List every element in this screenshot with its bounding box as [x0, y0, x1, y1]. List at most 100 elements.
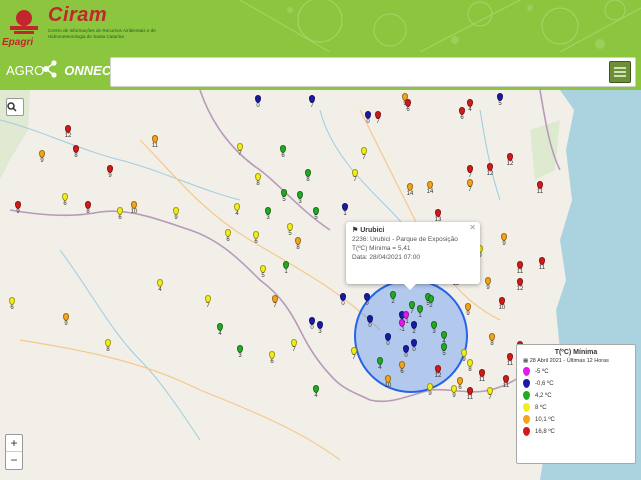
station-pin-label: 7 [352, 355, 356, 361]
popup-station: 2236: Urubici - Parque de Exposição [352, 236, 458, 243]
search-input[interactable] [110, 57, 636, 87]
popup-tip [404, 284, 416, 290]
station-pin-label: 6 [118, 215, 122, 221]
station-pin-label: 0 [256, 103, 260, 109]
station-pin-label: 9 [108, 173, 112, 179]
station-pin-label: 11 [538, 265, 546, 271]
map-canvas[interactable]: 0079476561211987712968871498665355143712… [0, 90, 641, 480]
legend-title: T(ºC) Mínima [554, 349, 598, 356]
station-pin-label: 11 [466, 395, 474, 401]
station-pin-label: 3 [266, 215, 270, 221]
station-pin-label: 9 [428, 391, 432, 397]
search-icon [7, 102, 17, 112]
station-pin-label: 12 [434, 373, 442, 379]
station-pin-label: 7 [310, 103, 314, 109]
station-pin-label: 9 [452, 393, 456, 399]
station-pin-label: 1 [284, 269, 288, 275]
station-pin-label: 11 [506, 361, 514, 367]
popup-station-city: Urubici [360, 227, 385, 234]
station-pin-label: -1 [403, 319, 409, 325]
station-pin-label: 2 [412, 329, 416, 335]
station-pin-label: 7 [238, 151, 242, 157]
agro-text: AGRO [6, 63, 45, 78]
station-pin-label: 12 [486, 171, 494, 177]
station-pin-label: 11 [502, 383, 510, 389]
app-root: Epagri Ciram Centro de Informações de Re… [0, 0, 641, 480]
station-pin-label: 3 [298, 199, 302, 205]
station-pin-label: 0 [386, 341, 390, 347]
zoom-control: + − [5, 434, 23, 470]
station-pin-label: 1 [343, 211, 347, 217]
station-pin-label: 8 [256, 181, 260, 187]
station-pin-label: 8 [296, 245, 300, 251]
station-pin-label: 6 [254, 239, 258, 245]
epagri-label: Epagri [2, 37, 34, 48]
legend-item-label: -5 ºC [535, 369, 549, 376]
legend-pin-icon [523, 403, 530, 412]
station-pin-label: 6 [226, 237, 230, 243]
agroconnect-bar: AGRO ONNECT [0, 52, 641, 90]
station-pin-label: 12 [506, 161, 514, 167]
zoom-in-button[interactable]: + [6, 435, 22, 452]
station-pin-label: 12 [516, 286, 524, 292]
station-pin-label: 0 [404, 353, 408, 359]
station-pin-label: 7 [362, 155, 366, 161]
station-pin-label: 6 [270, 359, 274, 365]
station-pin-label: 14 [426, 189, 434, 195]
station-pin-label: 10 [498, 305, 506, 311]
agroconnect-logo[interactable]: AGRO ONNECT [6, 63, 119, 78]
station-pin-label: 7 [353, 177, 357, 183]
station-pin-label: 7 [488, 395, 492, 401]
station-pin-label: 4 [235, 211, 239, 217]
menu-bar-icon [614, 67, 626, 69]
station-pin-label: 8 [106, 347, 110, 353]
menu-button[interactable] [609, 61, 631, 83]
map-search-button[interactable] [6, 98, 24, 116]
station-pin-label: -1 [399, 327, 405, 333]
station-pin-label: 11 [478, 377, 486, 383]
legend-item-label: 8 ºC [535, 405, 547, 412]
popup-close-button[interactable]: ✕ [469, 223, 476, 232]
station-pin-label: 2 [429, 303, 433, 309]
station-pin-label: 7 [468, 187, 472, 193]
menu-bar-icon [614, 75, 626, 77]
station-pin-label: 8 [490, 341, 494, 347]
station-pin-label: 5 [442, 351, 446, 357]
map-legend: T(ºC) Mínima ▦ 28 Abril 2021 - Últimas 1… [516, 344, 636, 464]
legend-item: 16,8 ºC [523, 427, 629, 439]
station-pin-label: 4 [468, 107, 472, 113]
legend-item-label: 10,1 ºC [535, 417, 555, 424]
station-pin-label: 6 [460, 115, 464, 121]
station-pin-label: 0 [368, 323, 372, 329]
ciram-subtitle: Centro de Informações de Recursos Ambien… [48, 28, 156, 39]
legend-date: ▦ 28 Abril 2021 - Últimas 12 Horas [523, 358, 629, 364]
station-pin-label: 7 [273, 303, 277, 309]
legend-pin-icon [523, 427, 530, 436]
station-pin-label: 7 [206, 303, 210, 309]
legend-date-text: 28 Abril 2021 - Últimas 12 Horas [529, 358, 609, 364]
station-pin-label: 9 [40, 158, 44, 164]
station-pin-label: 9 [486, 285, 490, 291]
station-pin-label: 12 [64, 133, 72, 139]
station-pin-label: 6 [458, 385, 462, 391]
station-pin-label: 6 [10, 305, 14, 311]
legend-item: 4,2 ºC [523, 391, 629, 403]
station-pin-label: 5 [261, 273, 265, 279]
legend-item-label: 16,8 ºC [535, 429, 555, 436]
legend-pin-icon [523, 415, 530, 424]
legend-item: -0,6 ºC [523, 379, 629, 391]
legend-pin-icon [523, 367, 530, 376]
station-pin-label: 7 [292, 347, 296, 353]
station-pin-label: 10 [384, 383, 392, 389]
legend-item: 10,1 ºC [523, 415, 629, 427]
station-pin-label: 11 [151, 143, 159, 149]
legend-items: -5 ºC -0,6 ºC 4,2 ºC 8 ºC 10,1 ºC 16,8 ºC [523, 367, 629, 439]
station-pin-label: 3 [318, 329, 322, 335]
station-pin-label: 7 [376, 119, 380, 125]
zoom-out-button[interactable]: − [6, 452, 22, 469]
station-pin-label: 10 [130, 209, 138, 215]
popup-date: Data: 28/04/2021 07:00 [352, 254, 420, 261]
legend-item: 8 ºC [523, 403, 629, 415]
station-pin-label: 9 [502, 241, 506, 247]
station-pin-label: 8 [306, 177, 310, 183]
